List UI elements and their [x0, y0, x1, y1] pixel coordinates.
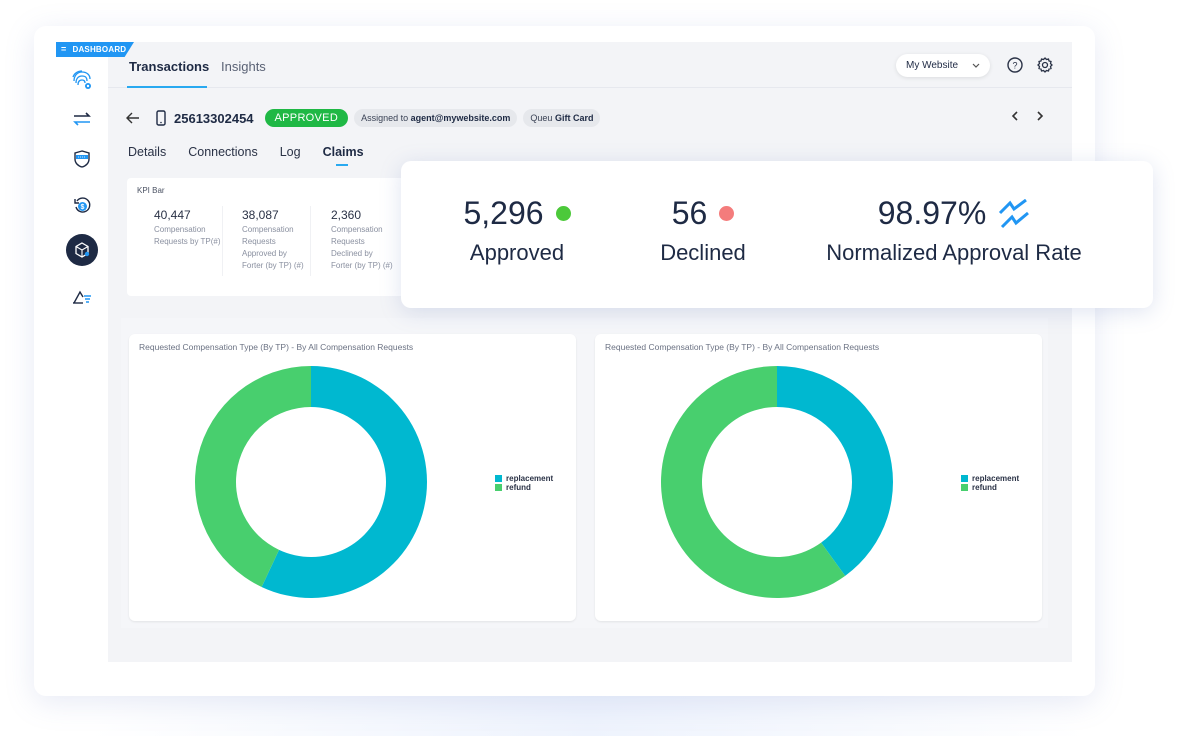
- legend-swatch-refund: [495, 484, 502, 491]
- svg-text:?: ?: [1012, 61, 1017, 71]
- chart-legend: replacement refund: [495, 474, 553, 492]
- tab-connections[interactable]: Connections: [188, 145, 258, 159]
- cube-network-icon: [75, 242, 90, 258]
- assigned-chip[interactable]: Assigned to agent@mywebsite.com: [354, 109, 518, 127]
- legend-item-replacement[interactable]: replacement: [961, 474, 1019, 483]
- approved-summary: 5,296 Approved: [457, 195, 577, 266]
- previous-button[interactable]: [1011, 109, 1019, 125]
- sidebar-item-transactions[interactable]: [66, 103, 98, 135]
- tab-insights[interactable]: Insights: [221, 59, 266, 74]
- donut-slice-refund[interactable]: [194, 366, 311, 587]
- sidebar-item-analytics[interactable]: [66, 281, 98, 313]
- legend-item-refund[interactable]: refund: [961, 483, 1019, 492]
- chart-card-1: Requested Compensation Type (By TP) - By…: [129, 334, 576, 621]
- tab-details[interactable]: Details: [128, 145, 166, 159]
- kpi-item: 38,087 Compensation Requests Approved by…: [242, 208, 306, 272]
- transaction-header: 25613302454 APPROVED Assigned to agent@m…: [126, 107, 601, 129]
- tab-claims[interactable]: Claims: [323, 145, 364, 166]
- sidebar-item-fingerprint[interactable]: [66, 63, 98, 95]
- approval-rate-summary: 98.97% Normalized Approval Rate: [819, 195, 1089, 266]
- approval-rate-label: Normalized Approval Rate: [826, 240, 1082, 265]
- chevron-right-icon: [1037, 111, 1044, 121]
- legend-swatch-replacement: [961, 475, 968, 482]
- trend-zigzag-icon: [999, 198, 1030, 228]
- gear-icon: [1037, 57, 1053, 73]
- approved-label: Approved: [469, 240, 565, 265]
- approval-rate-value: 98.97%: [877, 195, 987, 231]
- kpi-value: 38,087: [242, 208, 279, 222]
- transaction-id: 25613302454: [174, 110, 254, 126]
- status-badge: APPROVED: [264, 109, 349, 127]
- transfer-arrows-icon: [73, 112, 91, 126]
- chart-legend: replacement refund: [961, 474, 1019, 492]
- kpi-label: Compensation Requests Declined by Forter…: [331, 225, 393, 270]
- active-tab-indicator: [127, 86, 207, 88]
- next-button[interactable]: [1036, 109, 1044, 125]
- declined-summary: 56 Declined: [653, 195, 753, 266]
- dashboard-tag[interactable]: = DASHBOARD: [56, 42, 134, 57]
- queue-chip[interactable]: Queu Gift Card: [523, 109, 601, 127]
- mobile-device-icon: [156, 110, 166, 126]
- legend-item-refund[interactable]: refund: [495, 483, 553, 492]
- refund-dollar-icon: $: [74, 197, 91, 213]
- kpi-divider: [310, 206, 311, 276]
- kpi-label: Compensation Requests Approved by Forter…: [242, 225, 304, 270]
- help-circle-icon: ?: [1007, 57, 1023, 73]
- kpi-value: 2,360: [331, 208, 362, 222]
- tab-transactions[interactable]: Transactions: [129, 59, 209, 74]
- legend-label: replacement: [506, 474, 554, 483]
- shield-card-icon: [74, 150, 90, 168]
- tab-log[interactable]: Log: [280, 145, 301, 159]
- donut-slice-replacement[interactable]: [777, 366, 893, 576]
- site-selector-value: My Website: [906, 60, 959, 71]
- menu-icon: =: [61, 44, 67, 54]
- queue-name: Gift Card: [554, 113, 594, 123]
- settings-button[interactable]: [1036, 56, 1054, 74]
- sidebar-item-refunds[interactable]: $: [66, 190, 98, 222]
- fingerprint-icon: [72, 70, 91, 89]
- sidebar-item-protection[interactable]: [66, 143, 98, 175]
- site-selector[interactable]: My Website: [896, 54, 990, 77]
- declined-count: 56: [671, 195, 708, 231]
- legend-swatch-replacement: [495, 475, 502, 482]
- legend-label: replacement: [972, 474, 1020, 483]
- legend-swatch-refund: [961, 484, 968, 491]
- chevron-left-icon: [1011, 111, 1018, 121]
- sub-tabs: Details Connections Log Claims: [128, 145, 364, 166]
- assigned-prefix: Assigned to: [361, 113, 409, 123]
- sidebar: $: [56, 57, 108, 662]
- chart-filter-icon: [73, 290, 91, 304]
- declined-status-dot: [719, 206, 735, 221]
- dashboard-tag-label: DASHBOARD: [72, 45, 127, 54]
- kpi-bar-title: KPI Bar: [137, 186, 165, 195]
- approved-count: 5,296: [463, 195, 544, 231]
- legend-label: refund: [972, 483, 997, 492]
- assigned-agent: agent@mywebsite.com: [410, 113, 511, 123]
- chart-card-2: Requested Compensation Type (By TP) - By…: [595, 334, 1042, 621]
- sidebar-item-claims[interactable]: [66, 234, 98, 266]
- chevron-down-icon: [972, 63, 980, 68]
- svg-text:$: $: [81, 204, 85, 211]
- legend-item-replacement[interactable]: replacement: [495, 474, 553, 483]
- back-arrow-icon[interactable]: [126, 112, 140, 124]
- queue-prefix: Queu: [530, 113, 553, 123]
- kpi-bar-card: KPI Bar 40,447 Compensation Requests by …: [127, 178, 417, 296]
- declined-label: Declined: [660, 240, 746, 265]
- kpi-divider: [222, 206, 223, 276]
- legend-label: refund: [506, 483, 531, 492]
- approved-status-dot: [555, 206, 571, 221]
- help-button[interactable]: ?: [1006, 56, 1024, 74]
- approval-summary-card: 5,296 Approved 56 Declined 98.97% Normal…: [401, 161, 1153, 308]
- kpi-item: 2,360 Compensation Requests Declined by …: [331, 208, 395, 272]
